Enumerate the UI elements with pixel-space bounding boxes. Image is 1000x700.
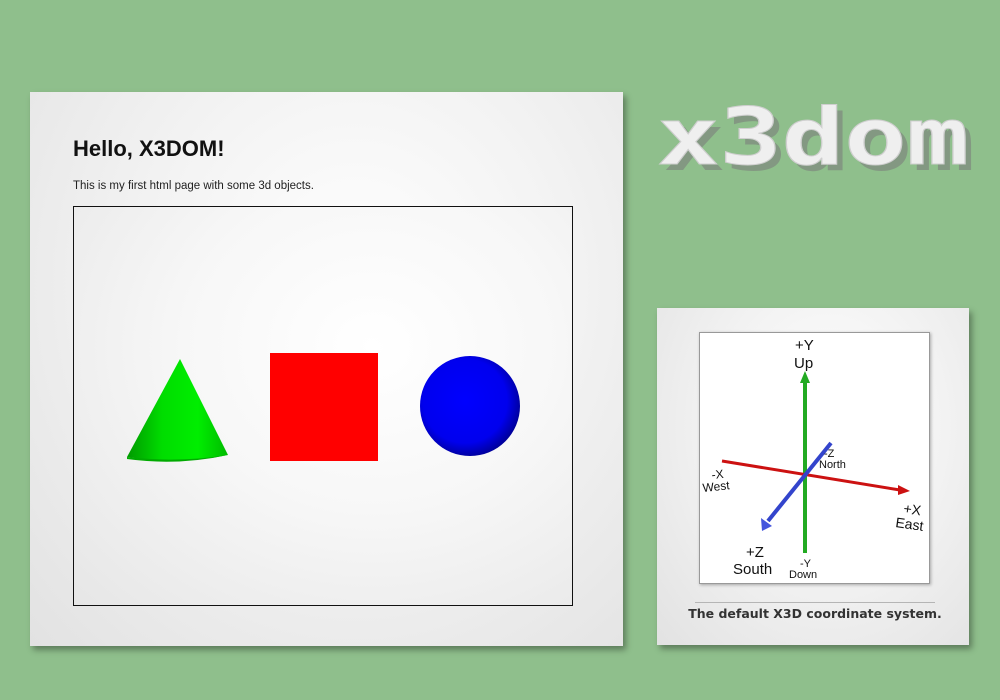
coordinate-system-diagram: +Y Up -Z North -X West +X East +Z South …	[699, 332, 930, 584]
x3d-canvas[interactable]	[73, 206, 573, 606]
main-panel: Hello, X3DOM! This is my first html page…	[30, 92, 623, 646]
label-pos-y: +Y	[795, 337, 814, 354]
label-west: West	[702, 478, 731, 495]
x-axis-arrowhead	[898, 485, 910, 495]
figure-caption: The default X3D coordinate system.	[688, 606, 942, 621]
box-shape[interactable]	[270, 353, 378, 461]
x3dom-logo: x3dom x3dom	[655, 93, 985, 190]
coordinate-panel: +Y Up -Z North -X West +X East +Z South …	[657, 308, 969, 645]
label-east: East	[895, 514, 925, 534]
axes-graphic: +Y Up -Z North -X West +X East +Z South …	[702, 337, 925, 581]
x3d-scene	[127, 353, 520, 462]
sphere-shape[interactable]	[420, 356, 520, 456]
logo-graphic: x3dom x3dom	[657, 93, 976, 190]
page-title: Hello, X3DOM!	[73, 136, 225, 161]
label-down: Down	[789, 569, 817, 581]
y-axis-arrowhead	[800, 371, 810, 383]
intro-text: This is my first html page with some 3d …	[73, 180, 314, 192]
label-south: South	[733, 561, 772, 578]
label-north: North	[819, 459, 846, 471]
caption-divider	[695, 602, 935, 603]
label-up: Up	[794, 355, 813, 372]
z-axis	[766, 441, 833, 523]
cone-shape[interactable]	[127, 359, 228, 462]
logo-text: x3dom	[657, 104, 969, 183]
label-pos-z: +Z	[746, 544, 764, 561]
